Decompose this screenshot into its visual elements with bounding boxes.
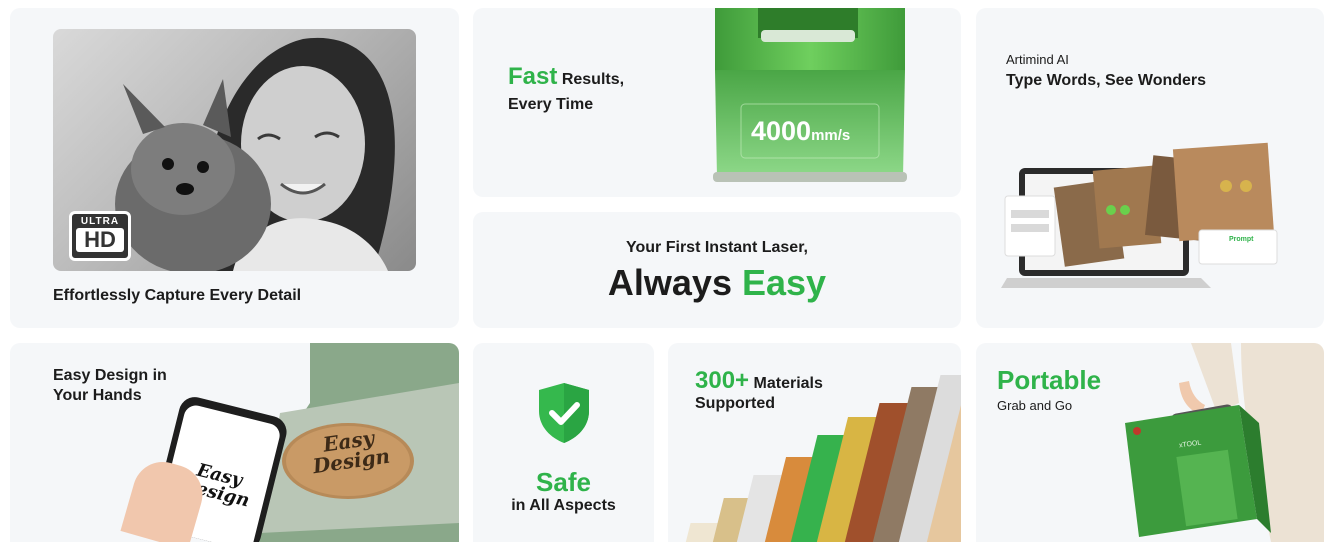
portable-laser-image: xTOOL	[1121, 343, 1324, 542]
fast-highlight: Fast	[508, 63, 558, 90]
ultra-hd-badge: ULTRA HD	[69, 211, 131, 261]
badge-bottom-label: HD	[76, 228, 124, 252]
design-card: Easy Design in Your Hands Easy Design Ea…	[10, 343, 459, 542]
fast-title: Fast Results,	[508, 63, 624, 91]
ai-card: Artimind AI Type Words, See Wonders Prom…	[976, 8, 1324, 328]
fast-title-rest: Results,	[561, 71, 625, 88]
easy-kicker: Your First Instant Laser,	[626, 239, 808, 256]
speed-label: 4000mm/s	[751, 116, 850, 147]
portable-subtitle: Grab and Go	[997, 398, 1073, 413]
portable-title: Portable	[997, 365, 1102, 395]
safe-subtitle: in All Aspects	[511, 497, 616, 514]
speed-unit: mm/s	[811, 127, 851, 144]
ai-panel-label: Prompt	[1229, 236, 1254, 243]
design-title-line2: Your Hands	[53, 387, 142, 404]
always-easy-card: Your First Instant Laser, Always Easy	[473, 212, 961, 328]
portable-card: Portable Grab and Go xTOOL	[976, 343, 1324, 542]
safe-title: Safe	[536, 467, 591, 497]
laptop-cats-image: Prompt	[1001, 138, 1301, 298]
materials-card: 300+ Materials Supported	[668, 343, 961, 542]
capture-card: ULTRA HD Effortlessly Capture Every Deta…	[10, 8, 459, 328]
fast-card: Fast Results, Every Time 4000mm/s	[473, 8, 961, 197]
fast-subtitle: Every Time	[508, 96, 594, 113]
material-swatches-image	[683, 373, 961, 542]
speed-value: 4000	[751, 116, 812, 146]
easy-headline-dark: Always	[607, 262, 732, 303]
ai-title: Type Words, See Wonders	[1006, 72, 1207, 89]
easy-headline-green: Easy	[742, 262, 827, 303]
badge-top-label: ULTRA	[80, 216, 120, 227]
ai-kicker: Artimind AI	[1006, 52, 1069, 67]
capture-caption: Effortlessly Capture Every Detail	[53, 287, 302, 304]
shield-check-icon	[536, 381, 592, 445]
safe-card: Safe in All Aspects	[473, 343, 654, 542]
capture-photo: ULTRA HD	[53, 29, 416, 271]
easy-headline: Always Easy	[473, 262, 961, 304]
laser-machine-image: 4000mm/s	[713, 8, 907, 182]
design-title-line1: Easy Design in	[53, 367, 167, 384]
